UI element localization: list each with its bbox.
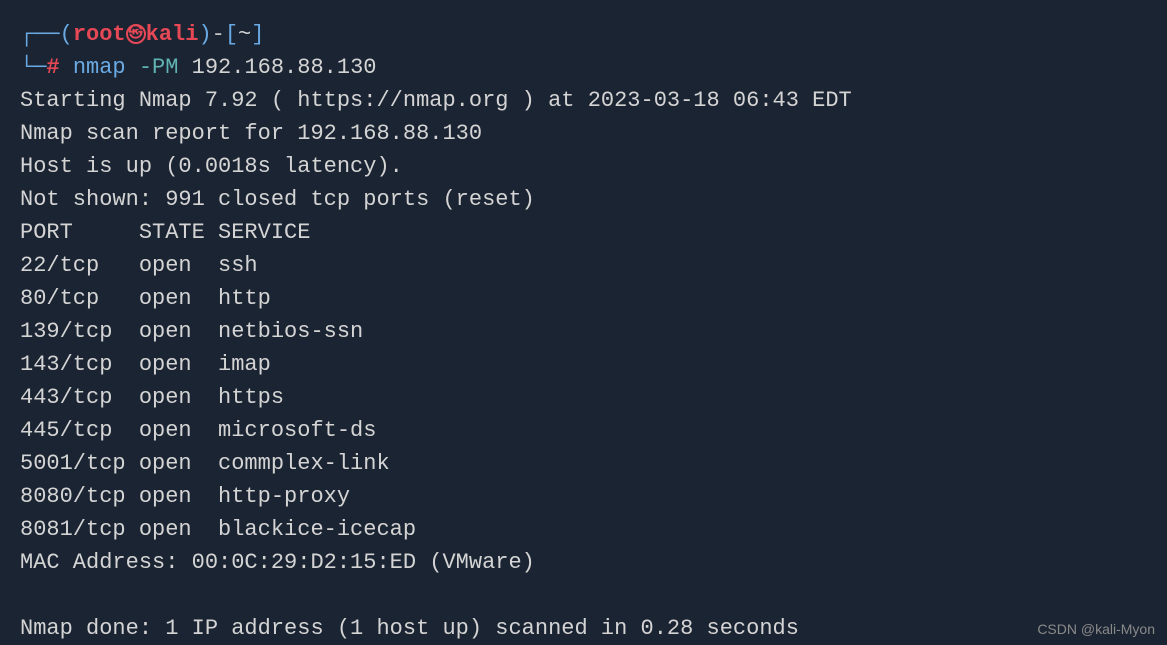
branch-glyph-2: └─ [20,55,46,80]
command-flag: -PM [139,55,179,80]
port-row: 5001/tcp open commplex-link [20,447,1147,480]
port-row: 8081/tcp open blackice-icecap [20,513,1147,546]
watermark: CSDN @kali-Myon [1037,619,1155,640]
prompt-line-1: ┌──(root㉿kali)-[~] [20,18,1147,51]
branch-glyph: ┌── [20,22,60,47]
output-done: Nmap done: 1 IP address (1 host up) scan… [20,612,1147,645]
output-header: PORT STATE SERVICE [20,216,1147,249]
terminal-output: ┌──(root㉿kali)-[~] └─# nmap -PM 192.168.… [20,18,1147,645]
output-blank [20,579,1147,612]
port-row: 143/tcp open imap [20,348,1147,381]
output-scanreport: Nmap scan report for 192.168.88.130 [20,117,1147,150]
port-row: 80/tcp open http [20,282,1147,315]
port-row: 443/tcp open https [20,381,1147,414]
bracket-close: ] [251,22,264,47]
port-row: 445/tcp open microsoft-ds [20,414,1147,447]
paren-open: ( [60,22,73,47]
dash: - [212,22,225,47]
prompt-line-2[interactable]: └─# nmap -PM 192.168.88.130 [20,51,1147,84]
output-mac: MAC Address: 00:0C:29:D2:15:ED (VMware) [20,546,1147,579]
port-row: 139/tcp open netbios-ssn [20,315,1147,348]
cwd: ~ [238,22,251,47]
output-notshown: Not shown: 991 closed tcp ports (reset) [20,183,1147,216]
prompt-host: kali [146,22,199,47]
port-row: 8080/tcp open http-proxy [20,480,1147,513]
bracket-open: [ [225,22,238,47]
port-row: 22/tcp open ssh [20,249,1147,282]
command-name: nmap [73,55,126,80]
output-hostup: Host is up (0.0018s latency). [20,150,1147,183]
output-starting: Starting Nmap 7.92 ( https://nmap.org ) … [20,84,1147,117]
prompt-hash: # [46,55,59,80]
paren-close: ) [198,22,211,47]
prompt-user: root [73,22,126,47]
command-arg: 192.168.88.130 [192,55,377,80]
at-symbol-icon: ㉿ [126,24,146,44]
